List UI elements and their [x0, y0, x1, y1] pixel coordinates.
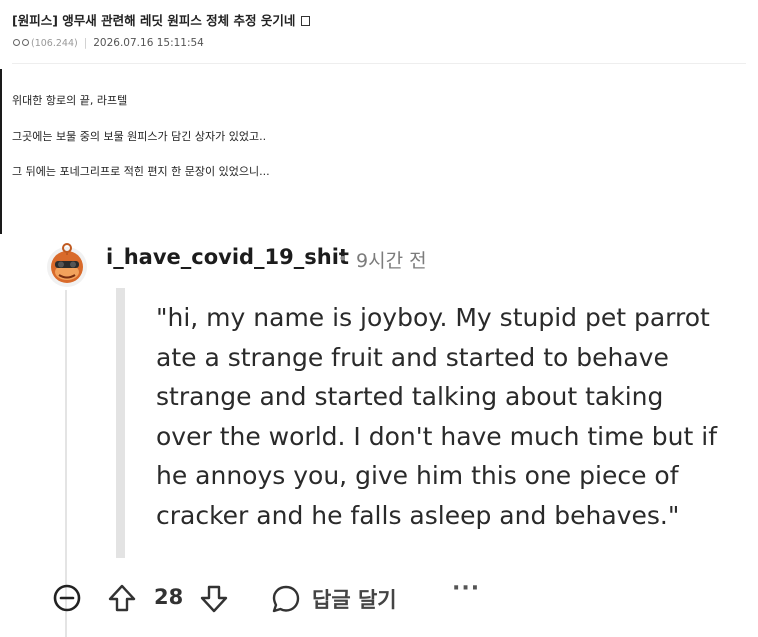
reddit-comment-screenshot: i_have_covid_19_shit • 9시간 전 "hi, my nam… [0, 234, 758, 637]
quote-line: cracker and he falls asleep and behaves.… [156, 500, 680, 530]
post-meta: (106.244) | 2026.07.16 15:11:54 [13, 37, 204, 49]
vote-count: 28 [154, 585, 184, 609]
nickname-ring-icon-2 [22, 39, 29, 46]
quote-line: he annoys you, give him this one piece o… [156, 461, 679, 490]
quote-line: strange and started talking about taking [156, 382, 664, 411]
reply-icon[interactable] [270, 583, 302, 615]
collapse-icon[interactable] [52, 583, 82, 613]
upvote-icon[interactable] [106, 582, 138, 614]
author-ip: (106.244) [31, 38, 78, 49]
meta-dot: • [338, 249, 348, 268]
body-line-3: 그 뒤에는 포네그리프로 적힌 편지 한 문장이 있었으니... [12, 165, 270, 178]
image-attachment-icon [301, 16, 311, 26]
post-header: [원피스] 앵무새 관련해 레딧 원피스 정체 추정 웃기네 (106.244)… [0, 0, 758, 64]
post-datetime: 2026.07.16 15:11:54 [93, 37, 204, 49]
quote-line: ate a strange fruit and started to behav… [156, 342, 669, 372]
quote-line: "hi, my name is joyboy. My stupid pet pa… [156, 303, 710, 332]
comment-actions: 28 답글 달기 ··· [0, 574, 758, 624]
comment-username[interactable]: i_have_covid_19_shit [106, 245, 349, 269]
more-options-icon[interactable]: ··· [452, 576, 480, 601]
body-line-2: 그곳에는 보물 중의 보물 원피스가 담긴 상자가 있었고.. [12, 130, 267, 143]
body-line-1: 위대한 항로의 끝, 라프텔 [12, 94, 128, 107]
reply-button[interactable]: 답글 달기 [312, 584, 397, 614]
comment-quote: "hi, my name is joyboy. My stupid pet pa… [156, 298, 718, 535]
comment-time: 9시간 전 [356, 250, 427, 272]
post-title-text: [원피스] 앵무새 관련해 레딧 원피스 정체 추정 웃기네 [12, 13, 296, 28]
image-edge [0, 69, 2, 234]
quote-line: over the world. I don't have much time b… [156, 421, 718, 451]
header-divider [12, 63, 746, 64]
user-avatar [47, 243, 87, 287]
meta-separator: | [83, 37, 88, 49]
nickname-ring-icon [13, 39, 20, 46]
downvote-icon[interactable] [198, 583, 230, 615]
quote-bar [116, 288, 125, 558]
post-title: [원피스] 앵무새 관련해 레딧 원피스 정체 추정 웃기네 [12, 10, 311, 29]
